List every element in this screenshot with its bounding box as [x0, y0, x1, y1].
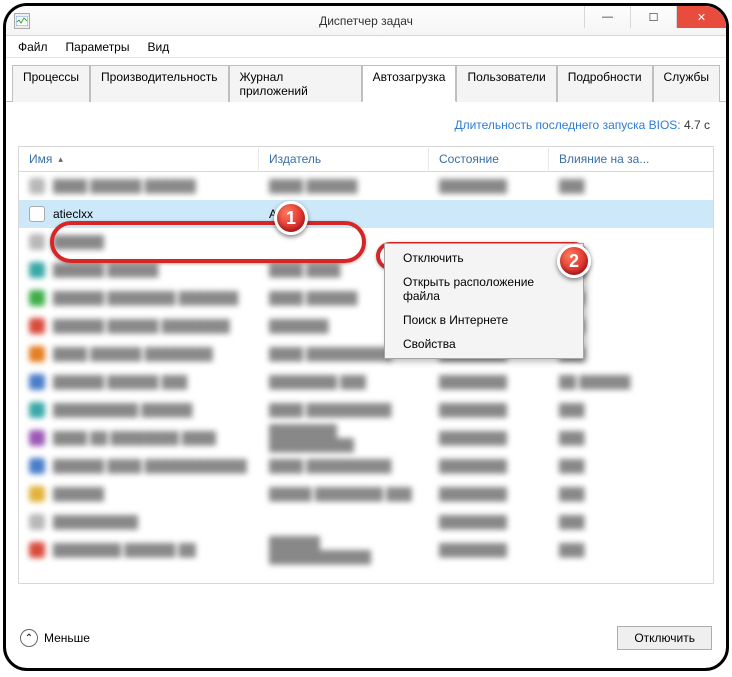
column-impact[interactable]: Влияние на за... — [549, 148, 713, 170]
column-status[interactable]: Состояние — [429, 148, 549, 170]
app-icon — [29, 290, 45, 306]
context-properties[interactable]: Свойства — [387, 332, 581, 356]
fewer-details-label: Меньше — [44, 631, 90, 645]
table-row[interactable]: ████ ██████ ████████ ████ ██████████████… — [19, 340, 713, 368]
menu-view[interactable]: Вид — [139, 38, 177, 56]
table-row[interactable]: ██████████ ██████ ████ █████████████████… — [19, 396, 713, 424]
task-manager-icon — [14, 13, 30, 29]
app-icon — [29, 486, 45, 502]
tab-bar: Процессы Производительность Журнал прило… — [6, 58, 726, 102]
app-icon — [29, 514, 45, 530]
app-icon — [29, 262, 45, 278]
chevron-up-icon: ⌃ — [20, 629, 38, 647]
footer: ⌃ Меньше Отключить — [20, 626, 712, 650]
tab-startup[interactable]: Автозагрузка — [362, 65, 457, 102]
maximize-button[interactable]: ☐ — [630, 6, 676, 28]
row-name: atieclxx — [53, 207, 93, 221]
tab-services[interactable]: Службы — [653, 65, 720, 102]
table-row[interactable]: ████████ ██████ ██ ██████ ██████████████… — [19, 536, 713, 564]
table-row[interactable]: ██████ ██████ ████████ █████████████████… — [19, 312, 713, 340]
menubar: Файл Параметры Вид — [6, 36, 726, 58]
table-row-selected[interactable]: atieclxx Advan — [19, 200, 713, 228]
bios-startup-time: Длительность последнего запуска BIOS: 4.… — [18, 118, 710, 132]
column-publisher[interactable]: Издатель — [259, 148, 429, 170]
tab-users[interactable]: Пользователи — [456, 65, 556, 102]
titlebar: Диспетчер задач — ☐ ✕ — [6, 6, 726, 36]
table-row[interactable]: ██████ — [19, 228, 713, 256]
table-row[interactable]: ██████ █████ ████████ ██████████████ — [19, 480, 713, 508]
window-title: Диспетчер задач — [319, 14, 413, 28]
column-name-label: Имя — [29, 152, 52, 166]
app-icon — [29, 206, 45, 222]
app-icon — [29, 178, 45, 194]
tab-performance[interactable]: Производительность — [90, 65, 228, 102]
app-icon — [29, 458, 45, 474]
column-name[interactable]: Имя ▴ — [19, 148, 259, 170]
table-row[interactable]: ██████████ ███████████ — [19, 508, 713, 536]
context-open-file-location[interactable]: Открыть расположение файла — [387, 270, 581, 308]
table-row[interactable]: ████ ██████ ██████ ████ ████████████████… — [19, 172, 713, 200]
app-icon — [29, 234, 45, 250]
table-row[interactable]: ██████ ██████ ████ ███████████████ — [19, 256, 713, 284]
close-button[interactable]: ✕ — [676, 6, 726, 28]
app-icon — [29, 430, 45, 446]
annotation-badge-2: 2 — [557, 244, 591, 278]
bios-label: Длительность последнего запуска BIOS: — [454, 118, 680, 132]
content-pane: Длительность последнего запуска BIOS: 4.… — [6, 102, 726, 592]
table-row[interactable]: ██████ ████ ████████████ ████ ██████████… — [19, 452, 713, 480]
app-icon — [29, 402, 45, 418]
app-icon — [29, 346, 45, 362]
tab-processes[interactable]: Процессы — [12, 65, 90, 102]
table-row[interactable]: ████ ██ ████████ ████ ████████ █████████… — [19, 424, 713, 452]
startup-list: ████ ██████ ██████ ████ ████████████████… — [18, 172, 714, 584]
tab-details[interactable]: Подробности — [557, 65, 653, 102]
table-row[interactable]: ██████ ██████ ███ ████████ █████████████… — [19, 368, 713, 396]
minimize-button[interactable]: — — [584, 6, 630, 28]
table-row[interactable]: ██████ ████████ ███████ ████ ███████████… — [19, 284, 713, 312]
context-search-online[interactable]: Поиск в Интернете — [387, 308, 581, 332]
menu-file[interactable]: Файл — [10, 38, 56, 56]
sort-ascending-icon: ▴ — [58, 154, 63, 165]
menu-options[interactable]: Параметры — [58, 38, 138, 56]
context-disable[interactable]: Отключить — [387, 246, 581, 270]
bios-value: 4.7 c — [684, 118, 710, 132]
annotation-badge-1: 1 — [274, 201, 308, 235]
fewer-details-button[interactable]: ⌃ Меньше — [20, 629, 90, 647]
disable-button[interactable]: Отключить — [617, 626, 712, 650]
tab-app-history[interactable]: Журнал приложений — [229, 65, 362, 102]
app-icon — [29, 374, 45, 390]
table-header: Имя ▴ Издатель Состояние Влияние на за..… — [18, 146, 714, 172]
app-icon — [29, 542, 45, 558]
app-icon — [29, 318, 45, 334]
context-menu: Отключить Открыть расположение файла Пои… — [384, 243, 584, 359]
